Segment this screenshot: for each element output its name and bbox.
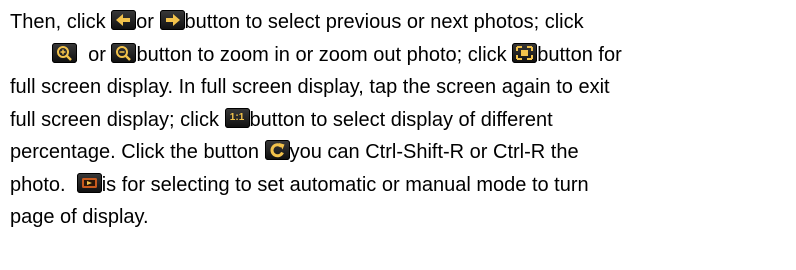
text-rotate: you can Ctrl-Shift-R or Ctrl-R the (289, 141, 579, 163)
text-slideshow: is for selecting to set automatic or man… (101, 173, 589, 196)
text-select-photos: button to select previous or next photos… (184, 11, 584, 33)
zoom-out-icon (111, 42, 137, 63)
arrow-left-icon (111, 10, 137, 30)
arrow-right-icon (159, 10, 185, 30)
manual-page: Then, click or button to select previous… (0, 0, 796, 270)
text-photo: photo. (10, 173, 66, 196)
text-or: or (136, 11, 154, 33)
text-fullscreen-click: full screen display; click (10, 108, 219, 131)
fullscreen-icon (512, 42, 538, 63)
text-line-1: Then, click or button to select previous… (10, 6, 786, 39)
one-to-one-icon: 1:1 (224, 107, 250, 128)
zoom-in-icon (52, 42, 77, 63)
text-line-6: photo. is for selecting to set automatic… (10, 169, 786, 202)
text-line-4: full screen display; click 1:1 button to… (10, 104, 786, 137)
text-or-2: or (88, 43, 106, 66)
rotate-icon (264, 140, 290, 160)
text-zoom: button to zoom in or zoom out photo; cli… (136, 43, 507, 66)
text-line-7: page of display. (10, 206, 149, 228)
text-then-click: Then, click (10, 11, 106, 33)
text-click-the-button: percentage. Click the button (10, 141, 260, 163)
ratio-label: 1:1 (229, 111, 245, 123)
slideshow-icon (76, 172, 102, 193)
text-button-for: button for (537, 43, 622, 66)
text-line-5: percentage. Click the button you can Ctr… (10, 136, 786, 169)
text-line-2: or button to zoom in or zoom out photo; … (10, 39, 786, 72)
text-line-3: full screen display. In full screen disp… (10, 76, 610, 98)
text-percentage-select: button to select display of different (249, 108, 553, 131)
